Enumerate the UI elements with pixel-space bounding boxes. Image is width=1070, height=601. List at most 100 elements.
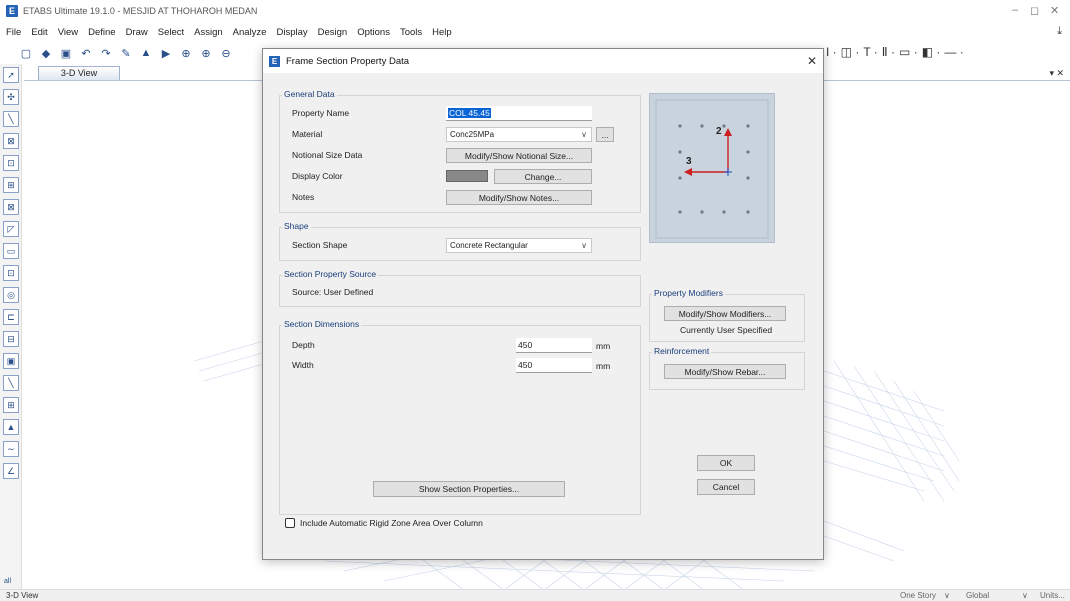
slab-icon[interactable]: ◧ ·: [922, 45, 941, 59]
draw-beam-icon[interactable]: ⊞: [3, 177, 19, 193]
width-input[interactable]: 450: [516, 358, 592, 373]
general-data-legend: General Data: [282, 89, 337, 99]
material-select[interactable]: Conc25MPa ∨: [446, 127, 592, 142]
menu-options[interactable]: Options: [357, 27, 390, 38]
zoom-window-icon[interactable]: ⊕: [178, 45, 194, 61]
rigid-zone-label: Include Automatic Rigid Zone Area Over C…: [300, 518, 483, 528]
draw-palette: ➚ ✣ ╲ ⊠ ⊡ ⊞ ⊠ ◸ ▭ ⊡ ◎ ⊏ ⊟ ▣ ╲ ⊞ ▲ ∼ ∠ al…: [0, 64, 22, 591]
undo-icon[interactable]: ↶: [78, 45, 94, 61]
pane-options-icon[interactable]: ▾ ✕: [1049, 68, 1064, 79]
show-section-properties-button[interactable]: Show Section Properties...: [373, 481, 565, 497]
axis-3-label: 3: [686, 156, 692, 167]
reinforcement-legend: Reinforcement: [652, 346, 712, 356]
draw-tower-icon[interactable]: ▲: [3, 419, 19, 435]
units-button[interactable]: Units...: [1040, 591, 1065, 600]
chevron-down-icon: ∨: [581, 130, 587, 139]
coordinate-system-selector[interactable]: Global: [966, 591, 989, 600]
draw-point-icon[interactable]: ▣: [3, 353, 19, 369]
menu-assign[interactable]: Assign: [194, 27, 223, 38]
ok-button[interactable]: OK: [697, 455, 755, 471]
material-more-button[interactable]: ...: [596, 127, 614, 142]
menu-select[interactable]: Select: [158, 27, 184, 38]
app-titlebar: E ETABS Ultimate 19.1.0 - MESJID AT THOH…: [0, 0, 1070, 22]
draw-cross-brace-icon[interactable]: ⊠: [3, 199, 19, 215]
open-icon[interactable]: ◆: [38, 45, 54, 61]
toolbar-right: I · ◫ · T · Ⅱ · ▭ · ◧ · — ·: [826, 45, 968, 59]
width-unit: mm: [596, 361, 611, 371]
depth-input[interactable]: 450: [516, 338, 592, 353]
zoom-out-icon[interactable]: ⊖: [218, 45, 234, 61]
menu-design[interactable]: Design: [318, 27, 348, 38]
menu-display[interactable]: Display: [276, 27, 307, 38]
dialog-title: Frame Section Property Data: [286, 55, 410, 67]
draw-diagonal-icon[interactable]: ╲: [3, 375, 19, 391]
redo-icon[interactable]: ↷: [98, 45, 114, 61]
save-icon[interactable]: ▣: [58, 45, 74, 61]
draw-opening-icon[interactable]: ⊡: [3, 265, 19, 281]
reinforcement-group: Reinforcement Modify/Show Rebar...: [649, 346, 805, 390]
shape-group: Shape Section Shape Concrete Rectangular…: [279, 221, 641, 261]
modify-modifiers-button[interactable]: Modify/Show Modifiers...: [664, 306, 786, 321]
pointer-icon[interactable]: ➚: [3, 67, 19, 83]
dialog-close-icon[interactable]: ✕: [807, 54, 817, 68]
draw-wall-icon[interactable]: ⊏: [3, 309, 19, 325]
draw-slab-icon[interactable]: ◎: [3, 287, 19, 303]
menu-file[interactable]: File: [6, 27, 21, 38]
zoom-in-icon[interactable]: ⊕: [198, 45, 214, 61]
close-window-icon[interactable]: ✕: [1050, 4, 1059, 17]
column-section-icon[interactable]: Ⅱ ·: [882, 45, 895, 59]
section-dimensions-legend: Section Dimensions: [282, 319, 362, 329]
draw-column-icon[interactable]: ⊡: [3, 155, 19, 171]
pencil-icon[interactable]: ✎: [118, 45, 134, 61]
snap-icon[interactable]: ✣: [3, 89, 19, 105]
depth-unit: mm: [596, 341, 611, 351]
beam-section-icon[interactable]: T ·: [863, 45, 877, 59]
property-modifiers-legend: Property Modifiers: [652, 288, 725, 298]
coord-dropdown-chevron-icon[interactable]: ∨: [1022, 591, 1028, 600]
depth-label: Depth: [292, 340, 315, 350]
property-name-input[interactable]: COL 45.45: [446, 106, 592, 121]
draw-rect-icon[interactable]: ▭: [3, 243, 19, 259]
restore-icon[interactable]: ◻: [1030, 4, 1039, 17]
download-icon[interactable]: ⤓: [1057, 25, 1062, 38]
notional-size-button[interactable]: Modify/Show Notional Size...: [446, 148, 592, 163]
cancel-button[interactable]: Cancel: [697, 479, 755, 495]
chevron-down-icon: ∨: [581, 241, 587, 250]
tab-3d-view[interactable]: 3-D View: [38, 66, 120, 80]
line-icon[interactable]: — ·: [944, 45, 963, 59]
section-cut-icon[interactable]: I ·: [826, 45, 837, 59]
draw-grid-icon[interactable]: ⊞: [3, 397, 19, 413]
menu-tools[interactable]: Tools: [400, 27, 422, 38]
select-all-label[interactable]: all: [4, 578, 11, 585]
wall-icon[interactable]: ▭ ·: [899, 45, 918, 59]
draw-stack-icon[interactable]: ⊟: [3, 331, 19, 347]
menu-view[interactable]: View: [58, 27, 78, 38]
lock-icon[interactable]: ▲: [138, 45, 154, 61]
new-model-icon[interactable]: ▢: [18, 45, 34, 61]
material-label: Material: [292, 129, 323, 139]
draw-wave-icon[interactable]: ∼: [3, 441, 19, 457]
draw-line-icon[interactable]: ╲: [3, 111, 19, 127]
draw-area-icon[interactable]: ◸: [3, 221, 19, 237]
notes-label: Notes: [292, 192, 315, 202]
story-selector[interactable]: One Story: [900, 591, 936, 600]
property-name-label: Property Name: [292, 108, 350, 118]
section-shape-select[interactable]: Concrete Rectangular ∨: [446, 238, 592, 253]
menu-edit[interactable]: Edit: [31, 27, 47, 38]
display-color-swatch: [446, 170, 488, 182]
change-color-button[interactable]: Change...: [494, 169, 592, 184]
frame-section-icon[interactable]: ◫ ·: [841, 45, 860, 59]
menu-draw[interactable]: Draw: [126, 27, 148, 38]
dialog-titlebar: E Frame Section Property Data ✕: [263, 49, 823, 73]
story-dropdown-chevron-icon[interactable]: ∨: [944, 591, 950, 600]
minimize-icon[interactable]: –: [1012, 4, 1018, 16]
menu-define[interactable]: Define: [88, 27, 115, 38]
rigid-zone-checkbox[interactable]: [285, 518, 295, 528]
draw-brace-icon[interactable]: ⊠: [3, 133, 19, 149]
menu-help[interactable]: Help: [432, 27, 452, 38]
draw-dimension-icon[interactable]: ∠: [3, 463, 19, 479]
notes-button[interactable]: Modify/Show Notes...: [446, 190, 592, 205]
modify-rebar-button[interactable]: Modify/Show Rebar...: [664, 364, 786, 379]
menu-analyze[interactable]: Analyze: [233, 27, 267, 38]
run-analysis-icon[interactable]: ▶: [158, 45, 174, 61]
